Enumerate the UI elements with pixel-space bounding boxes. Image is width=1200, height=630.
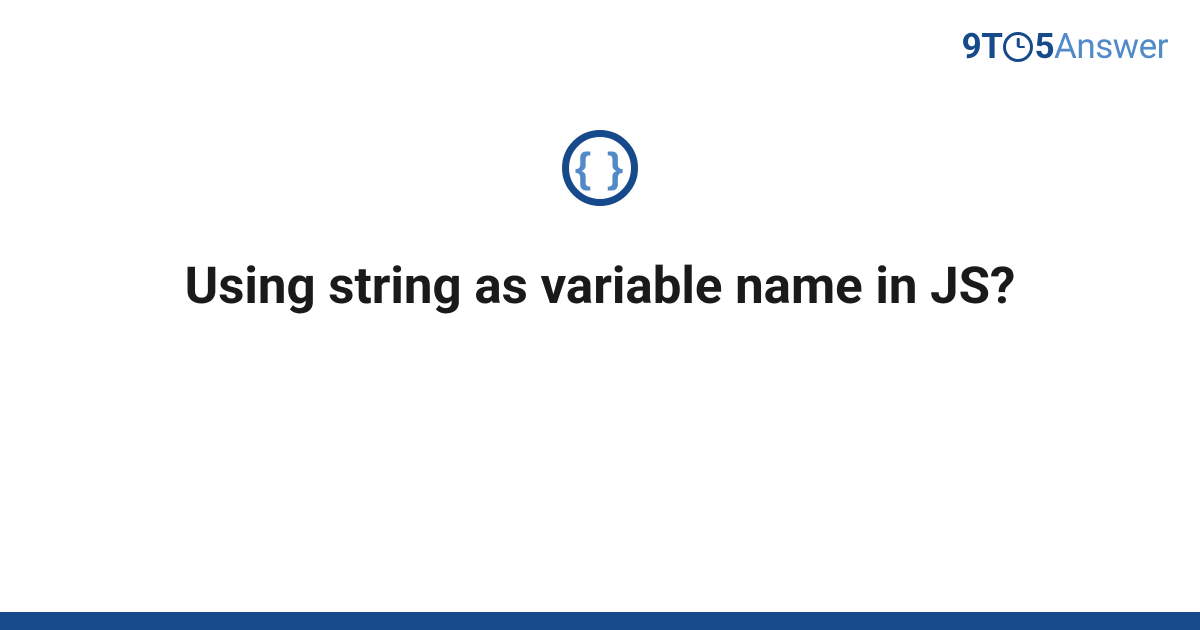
logo-text-9t: 9T: [962, 26, 1003, 67]
site-logo: 9T 5 Answer: [962, 26, 1168, 67]
main-content: { } Using string as variable name in JS?: [0, 130, 1200, 319]
clock-icon: [1003, 32, 1033, 62]
code-braces-icon: { }: [575, 144, 625, 192]
logo-text-answer: Answer: [1054, 26, 1168, 67]
logo-text-5: 5: [1034, 26, 1054, 67]
category-badge: { }: [562, 130, 638, 206]
footer-accent-bar: [0, 612, 1200, 630]
question-title: Using string as variable name in JS?: [185, 254, 1016, 319]
